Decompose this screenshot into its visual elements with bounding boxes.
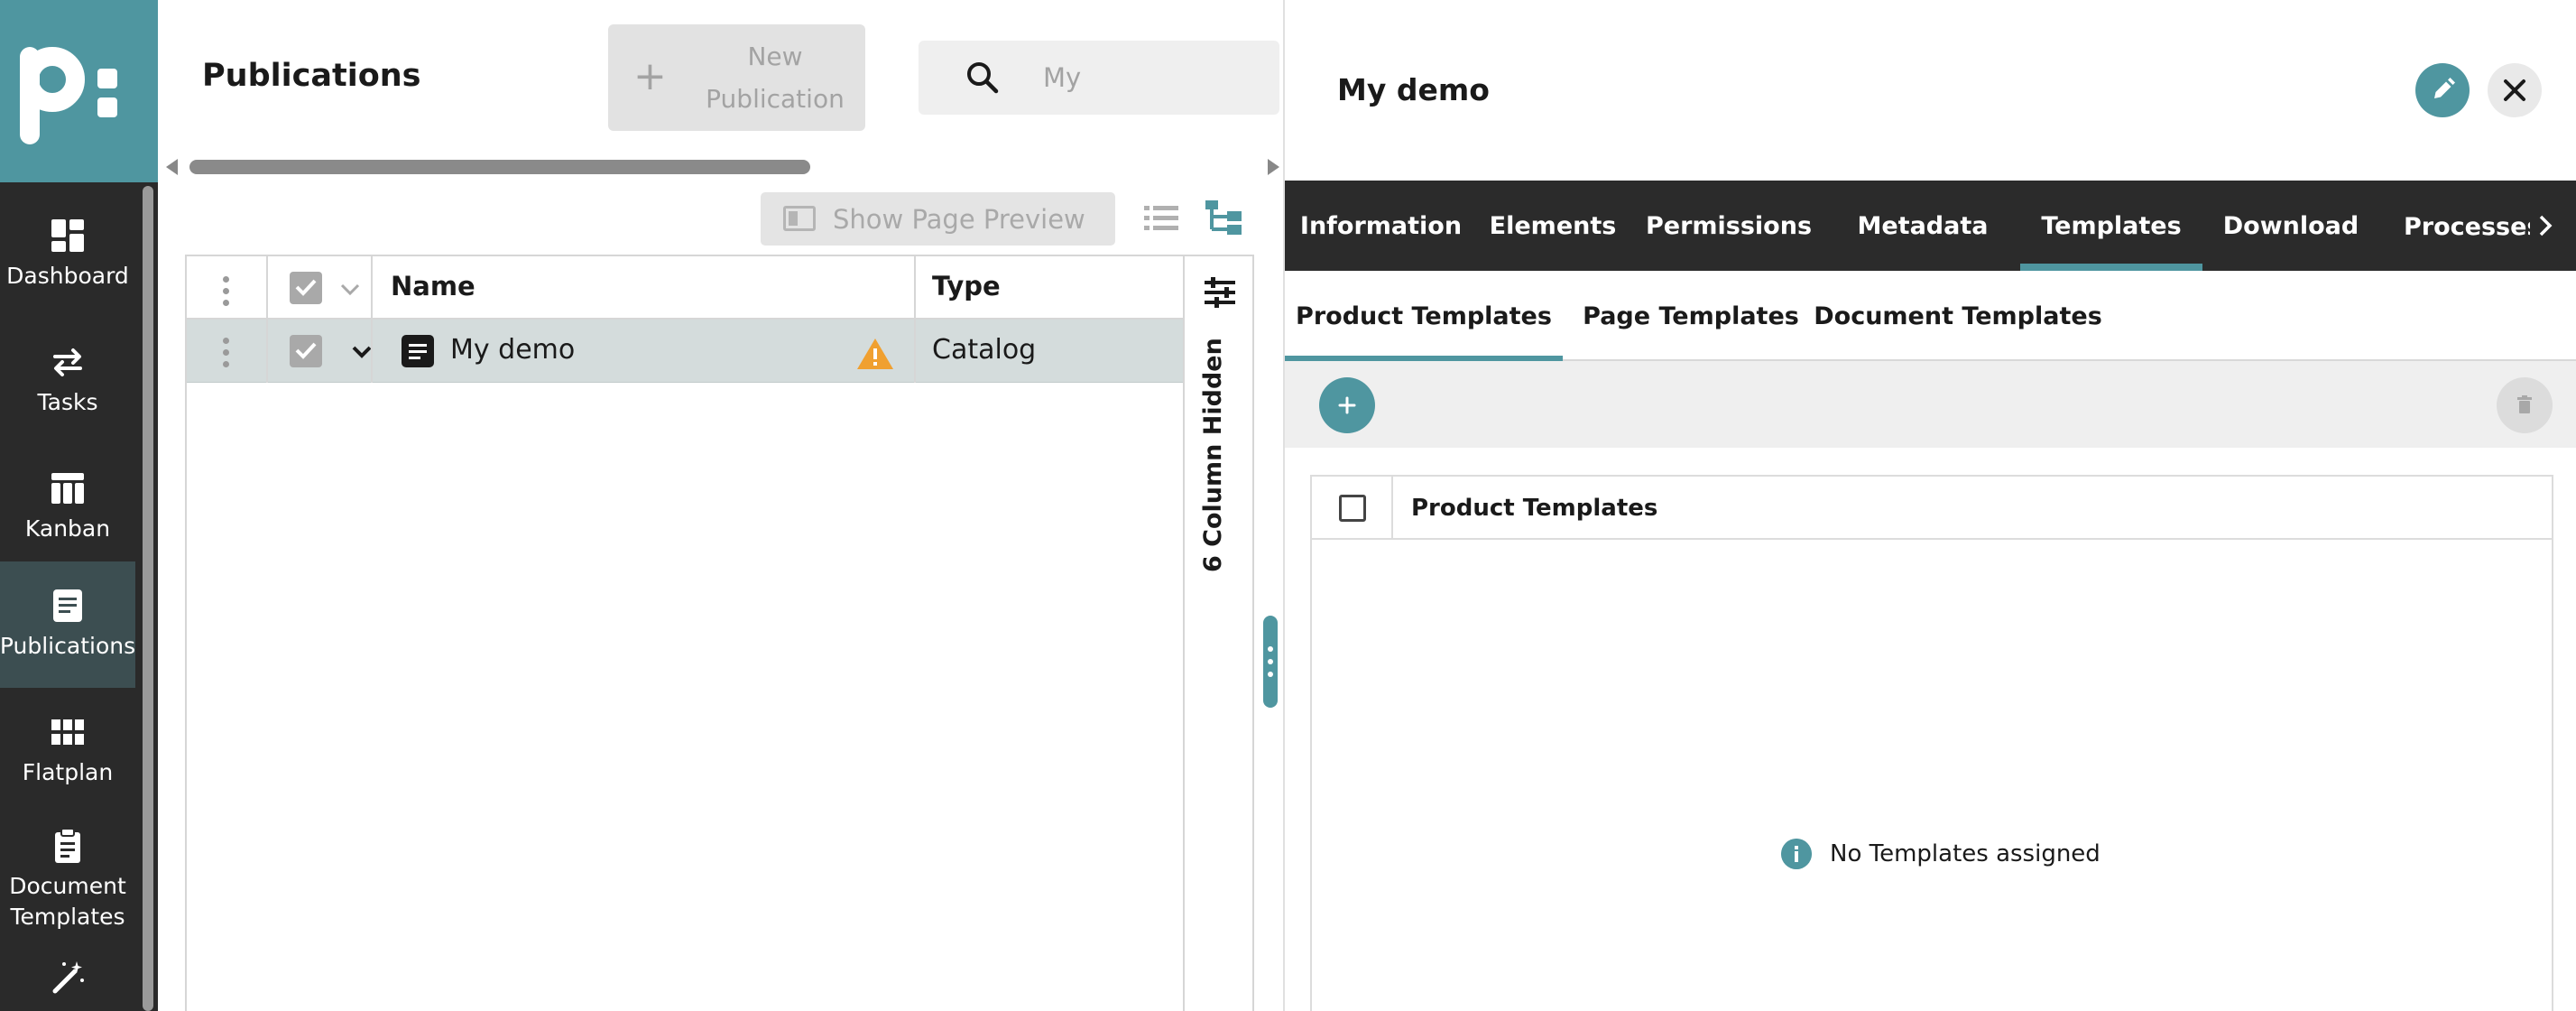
clipboard-icon — [55, 828, 80, 863]
dashboard-icon — [51, 219, 84, 252]
sidebar-item-tools[interactable] — [0, 959, 135, 1011]
sidebar-item-label: Publications — [0, 633, 136, 659]
scroll-left-arrow-icon[interactable] — [166, 159, 178, 175]
pencil-icon — [2434, 78, 2455, 98]
column-divider — [1183, 256, 1185, 1011]
subtab-page-templates[interactable]: Page Templates — [1575, 271, 1806, 361]
panel-resize-handle[interactable] — [1263, 616, 1278, 708]
column-divider — [266, 256, 268, 383]
publications-icon — [53, 589, 82, 622]
column-divider — [914, 256, 916, 383]
sidebar-item-publications[interactable]: Publications — [0, 561, 135, 688]
sidebar-item-label: Flatplan — [22, 759, 114, 785]
sidebar-item-label: Tasks — [37, 389, 98, 415]
details-panel: My demo Information Elements Permissions… — [1283, 0, 2576, 1011]
magic-wand-icon — [52, 961, 84, 994]
column-menu-icon[interactable] — [223, 276, 230, 311]
tab-processes[interactable]: Processes — [2404, 181, 2530, 271]
logo-dot-bottom — [97, 97, 117, 117]
kanban-icon — [51, 473, 84, 504]
publications-table: Name Type My demo Catalog 6 Column Hidde… — [185, 255, 1254, 1011]
app-logo[interactable] — [0, 0, 158, 182]
scroll-right-arrow-icon[interactable] — [1268, 159, 1279, 175]
subtab-product-templates[interactable]: Product Templates — [1285, 271, 1563, 363]
table-row[interactable]: My demo Catalog — [187, 320, 1183, 383]
row-checkbox[interactable] — [290, 335, 322, 367]
table-header: Product Templates — [1312, 477, 2552, 540]
column-header-type[interactable]: Type — [932, 271, 1001, 301]
subtab-document-templates[interactable]: Document Templates — [1814, 271, 2102, 361]
row-name: My demo — [450, 334, 576, 366]
info-icon — [1781, 839, 1812, 869]
sidebar-item-kanban[interactable]: Kanban — [0, 444, 135, 570]
column-settings-icon[interactable] — [1202, 274, 1238, 311]
hidden-columns-label[interactable]: 6 Column Hidden — [1199, 338, 1241, 572]
tasks-icon — [53, 348, 82, 376]
empty-state-message: No Templates assigned — [1830, 840, 2101, 867]
trash-icon — [2517, 395, 2532, 413]
empty-state: No Templates assigned — [1781, 836, 2101, 872]
edit-button[interactable] — [2415, 63, 2470, 117]
row-type: Catalog — [932, 334, 1037, 366]
new-publication-label: New Publication — [706, 42, 845, 114]
add-template-button[interactable] — [1319, 377, 1375, 433]
chevron-down-icon[interactable] — [339, 282, 361, 296]
tab-processes-label: Processes — [2404, 213, 2530, 241]
panel-title: My demo — [1337, 72, 1490, 107]
page-title: Publications — [202, 58, 421, 94]
template-actions-bar — [1285, 361, 2576, 448]
show-page-preview-button[interactable]: Show Page Preview — [761, 192, 1115, 246]
document-icon — [402, 335, 434, 367]
plus-icon: + — [633, 53, 667, 99]
sidebar-item-document-templates[interactable]: Document Templates — [0, 812, 135, 948]
show-page-preview-label: Show Page Preview — [833, 203, 1085, 235]
template-subtabs: Product Templates Page Templates Documen… — [1285, 271, 2576, 363]
select-all-checkbox[interactable] — [290, 272, 322, 304]
page-preview-icon — [783, 206, 816, 231]
close-button[interactable] — [2488, 63, 2542, 117]
new-publication-button[interactable]: + New Publication — [608, 24, 865, 131]
table-header: Name Type — [187, 256, 1183, 320]
sidebar-item-label: Dashboard — [6, 263, 129, 289]
column-header-name[interactable]: Name — [391, 271, 475, 301]
select-all-checkbox[interactable] — [1339, 495, 1366, 522]
plus-icon — [1338, 396, 1356, 414]
search-box[interactable] — [919, 41, 1279, 115]
delete-template-button[interactable] — [2497, 377, 2553, 433]
column-header-product-templates[interactable]: Product Templates — [1411, 495, 1657, 522]
close-icon — [2504, 79, 2525, 101]
search-input[interactable] — [1043, 57, 1269, 98]
tree-view-icon[interactable] — [1205, 200, 1243, 237]
column-divider — [1391, 477, 1393, 540]
row-menu-icon[interactable] — [223, 338, 230, 373]
sidebar-item-label: Kanban — [24, 515, 111, 542]
column-divider — [371, 256, 373, 383]
logo-p-mark — [20, 47, 85, 144]
tab-download[interactable]: Download — [2202, 181, 2379, 271]
product-templates-table: Product Templates No Templates assigned — [1310, 475, 2553, 1011]
scrollbar-thumb[interactable] — [189, 160, 810, 174]
logo-dot-top — [97, 69, 117, 88]
search-icon — [967, 62, 999, 94]
sidebar-item-label: Document Templates — [9, 873, 126, 930]
sidebar-scrollbar[interactable] — [143, 186, 153, 1011]
tab-metadata[interactable]: Metadata — [1829, 181, 2017, 271]
sidebar: Dashboard Tasks Kanban Publications Flat… — [0, 0, 158, 1011]
tab-elements[interactable]: Elements — [1477, 181, 1629, 271]
sidebar-item-dashboard[interactable]: Dashboard — [0, 191, 135, 318]
list-view-icon[interactable] — [1144, 204, 1178, 233]
horizontal-scrollbar[interactable] — [161, 155, 1279, 177]
expand-chevron-icon[interactable] — [351, 345, 373, 359]
warning-icon — [857, 339, 893, 369]
tab-permissions[interactable]: Permissions — [1629, 181, 1829, 271]
tab-templates[interactable]: Templates — [2020, 181, 2202, 271]
sidebar-item-flatplan[interactable]: Flatplan — [0, 688, 135, 814]
tab-information[interactable]: Information — [1285, 181, 1477, 271]
chevron-right-icon[interactable] — [2530, 208, 2562, 244]
sidebar-item-tasks[interactable]: Tasks — [0, 318, 135, 444]
flatplan-icon — [51, 719, 84, 745]
panel-tabs: Information Elements Permissions Metadat… — [1285, 181, 2576, 271]
